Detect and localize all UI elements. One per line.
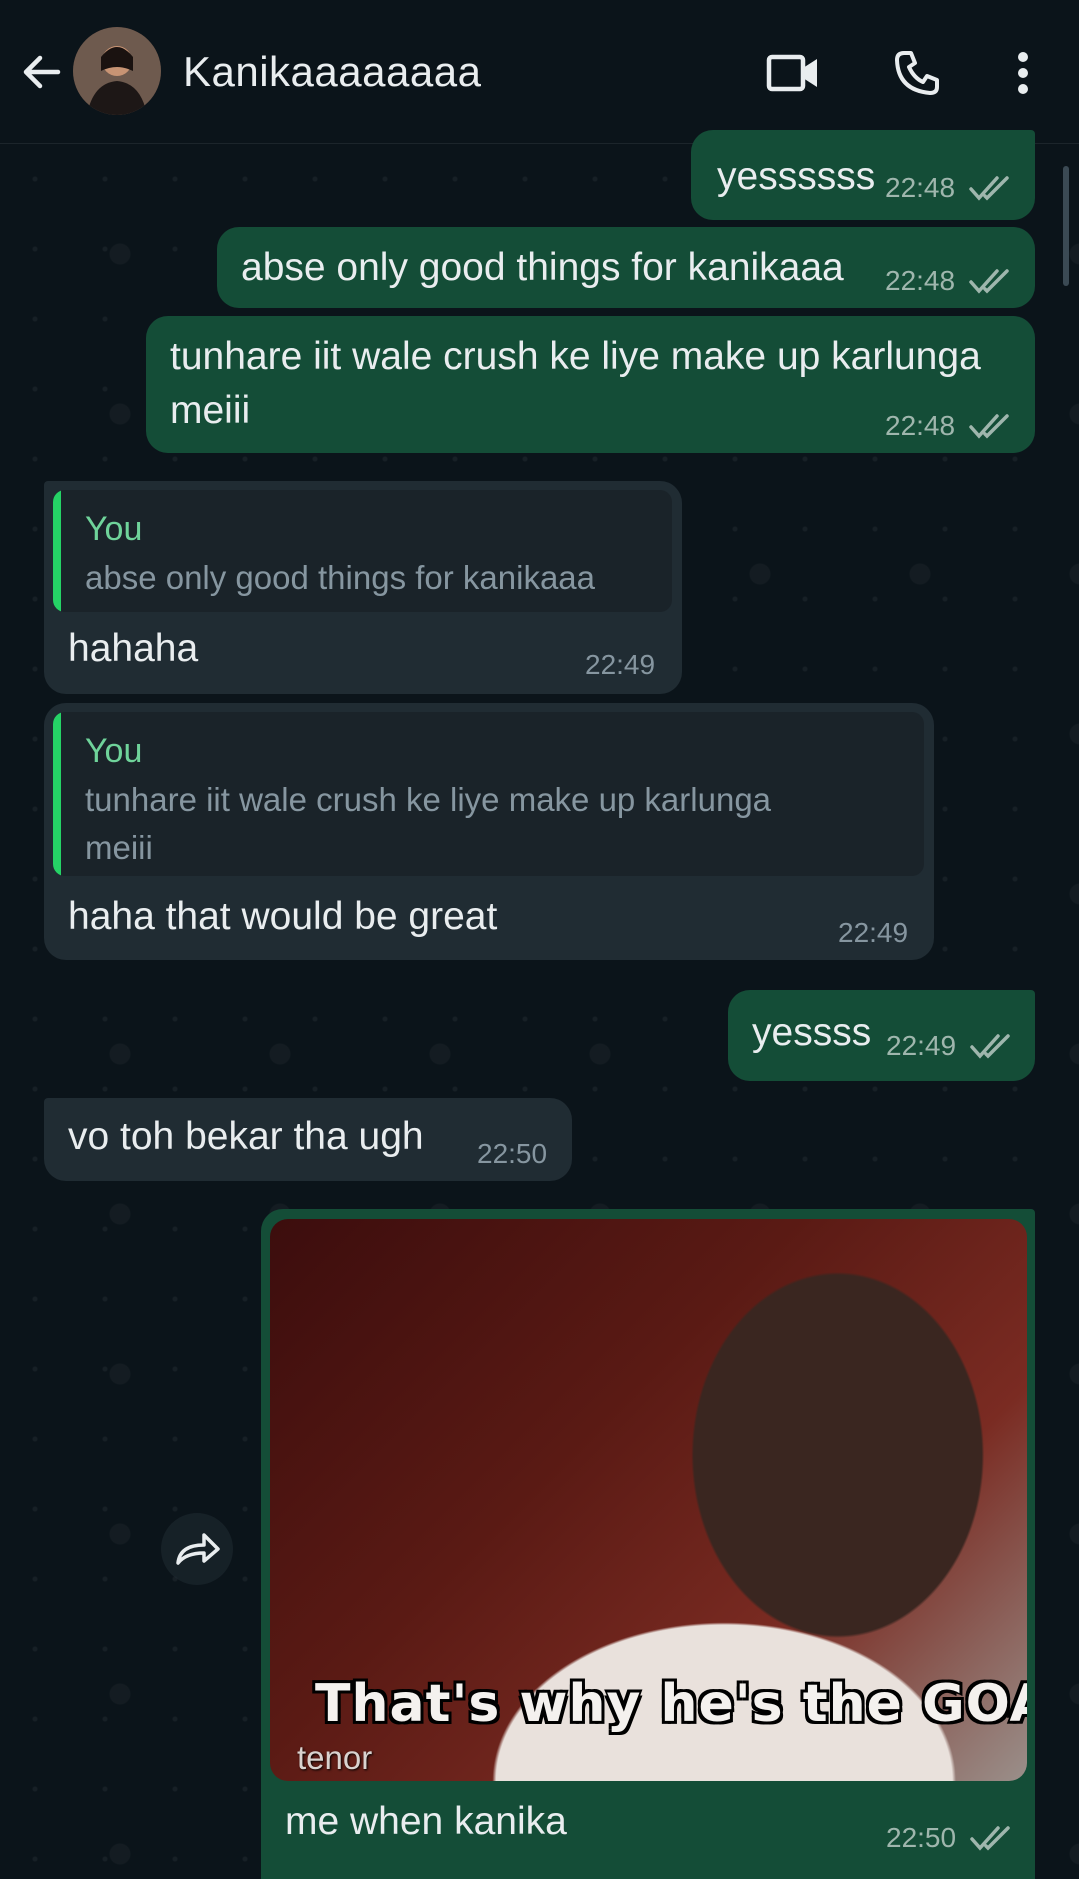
message-time: 22:50 <box>477 1138 548 1169</box>
phone-icon[interactable] <box>890 46 944 100</box>
read-ticks-icon <box>970 1826 1010 1851</box>
chat-header: Kanikaaaaaaaa <box>0 0 1079 144</box>
read-ticks-icon <box>970 1034 1010 1059</box>
read-ticks-icon <box>969 269 1009 294</box>
message-text-line2: meiii <box>170 389 251 432</box>
read-ticks-icon <box>969 414 1009 439</box>
arrow-left-icon[interactable] <box>18 48 66 96</box>
message-incoming[interactable]: You abse only good things for kanikaaa h… <box>44 481 682 694</box>
quote-text-line2: meiii <box>85 829 153 866</box>
quote-accent-bar <box>53 712 61 876</box>
gif-caption: That's why he's the GOAT <box>315 1674 1027 1734</box>
message-incoming[interactable]: vo toh bekar tha ugh 22:50 <box>44 1098 572 1181</box>
message-text: vo toh bekar tha ugh <box>68 1115 424 1158</box>
gif-image[interactable]: That's why he's the GOAT tenor <box>270 1219 1027 1781</box>
message-text: hahaha <box>68 627 199 670</box>
quoted-message[interactable]: You abse only good things for kanikaaa <box>53 490 672 612</box>
message-time: 22:49 <box>886 1030 957 1061</box>
quote-text-line1: tunhare iit wale crush ke liye make up k… <box>85 781 772 818</box>
message-time: 22:50 <box>886 1822 957 1853</box>
read-ticks-icon <box>969 176 1009 201</box>
quote-author: You <box>85 732 143 770</box>
message-text: haha that would be great <box>68 895 498 938</box>
scrollbar[interactable] <box>1063 166 1069 286</box>
message-outgoing[interactable]: yessss 22:49 <box>728 990 1035 1081</box>
message-text: yessss <box>752 1011 872 1054</box>
message-time: 22:48 <box>885 265 956 296</box>
message-outgoing[interactable]: tunhare iit wale crush ke liye make up k… <box>146 316 1035 453</box>
quoted-message[interactable]: You tunhare iit wale crush ke liye make … <box>53 712 924 876</box>
message-time: 22:49 <box>838 917 909 948</box>
video-call-icon[interactable] <box>766 46 820 100</box>
contact-name[interactable]: Kanikaaaaaaaa <box>183 48 481 96</box>
message-incoming[interactable]: You tunhare iit wale crush ke liye make … <box>44 703 934 960</box>
message-outgoing[interactable]: yessssss 22:48 <box>691 130 1035 220</box>
message-time: 22:49 <box>585 649 656 680</box>
forward-icon[interactable] <box>161 1513 233 1585</box>
message-text: yessssss <box>717 155 876 198</box>
quote-text: abse only good things for kanikaaa <box>85 559 596 596</box>
gif-watermark: tenor <box>297 1739 373 1776</box>
contact-avatar[interactable] <box>73 27 161 115</box>
quote-accent-bar <box>53 490 61 612</box>
message-time: 22:48 <box>885 172 956 203</box>
message-text-line1: tunhare iit wale crush ke liye make up k… <box>170 335 981 378</box>
message-text: abse only good things for kanikaaa <box>241 246 844 289</box>
message-time: 22:48 <box>885 410 956 441</box>
message-text: me when kanika <box>285 1800 567 1843</box>
more-vertical-icon[interactable] <box>996 46 1050 100</box>
quote-author: You <box>85 510 143 548</box>
message-outgoing[interactable]: abse only good things for kanikaaa 22:48 <box>217 227 1035 308</box>
